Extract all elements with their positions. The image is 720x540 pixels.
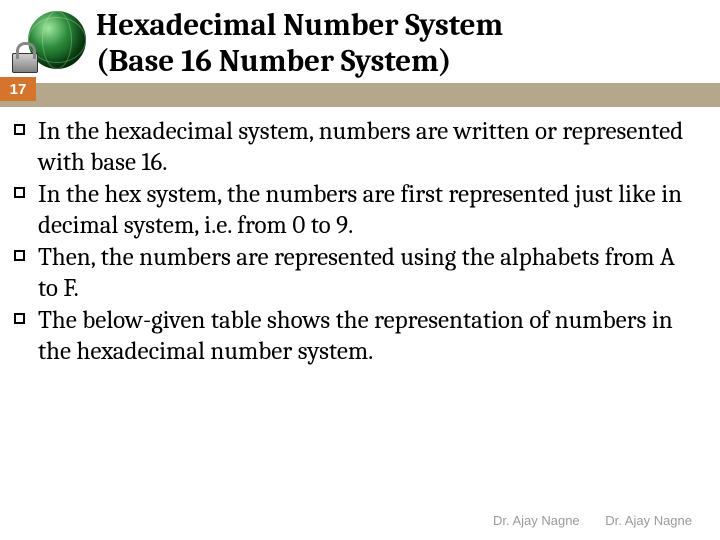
square-bullet-icon — [14, 187, 25, 198]
bullet-text: In the hex system, the numbers are first… — [38, 180, 682, 240]
globe-lock-icon — [8, 9, 96, 79]
bullet-item: In the hex system, the numbers are first… — [38, 180, 698, 241]
title-line-2: (Base 16 Number System) — [96, 44, 503, 80]
bullet-item: In the hexadecimal system, numbers are w… — [38, 117, 698, 178]
page-number-badge: 17 — [0, 77, 36, 101]
bullet-item: Then, the numbers are represented using … — [38, 243, 698, 304]
footer-author: Dr. Ajay Nagne — [605, 513, 692, 528]
square-bullet-icon — [14, 124, 25, 135]
bullet-text: Then, the numbers are represented using … — [38, 243, 675, 303]
slide-title: Hexadecimal Number System (Base 16 Numbe… — [96, 8, 503, 79]
slide-content: In the hexadecimal system, numbers are w… — [0, 107, 720, 367]
slide-footer: Dr. Ajay Nagne Dr. Ajay Nagne — [471, 513, 692, 528]
slide-header: Hexadecimal Number System (Base 16 Numbe… — [0, 0, 720, 81]
bullet-item: The below-given table shows the represen… — [38, 306, 698, 367]
title-line-1: Hexadecimal Number System — [96, 8, 503, 44]
bullet-text: In the hexadecimal system, numbers are w… — [38, 117, 683, 177]
footer-author: Dr. Ajay Nagne — [493, 513, 580, 528]
square-bullet-icon — [14, 313, 25, 324]
bullet-text: The below-given table shows the represen… — [38, 306, 673, 366]
square-bullet-icon — [14, 250, 25, 261]
accent-band: 17 — [0, 83, 720, 107]
